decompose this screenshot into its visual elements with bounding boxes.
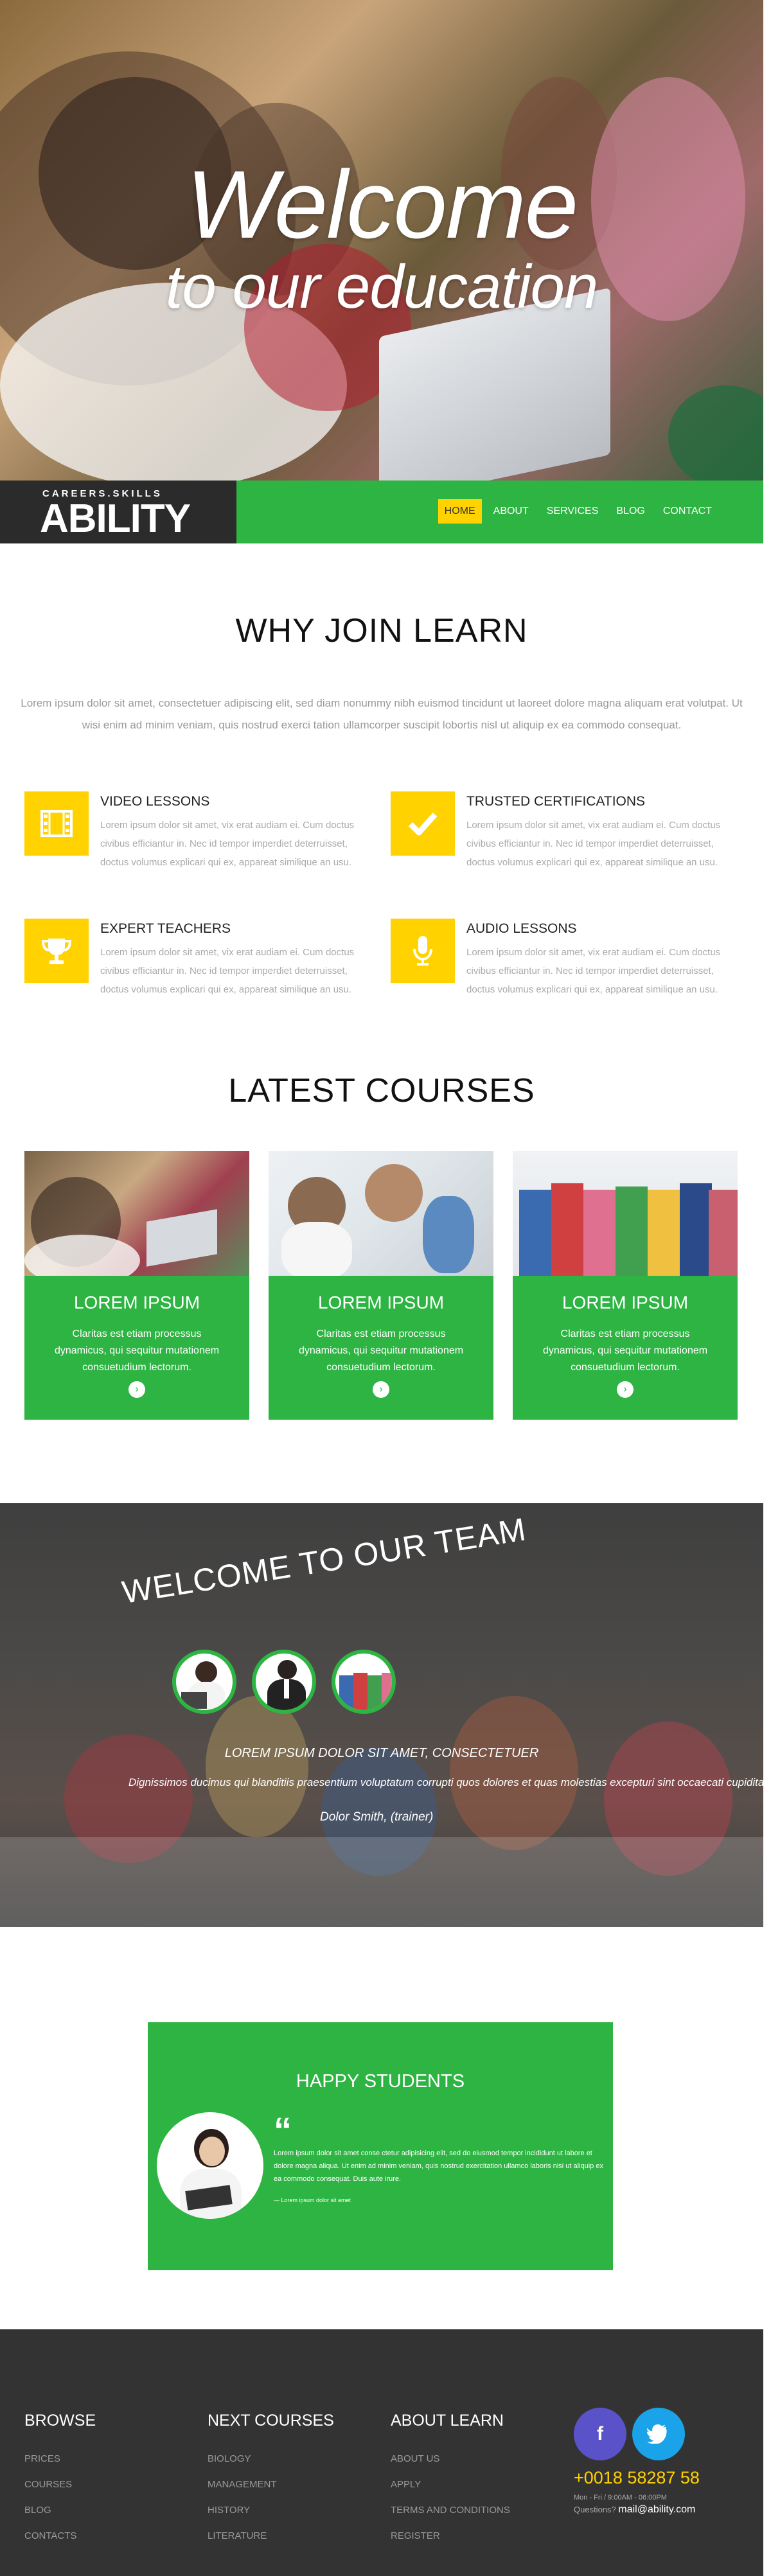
footer-email-link[interactable]: mail@ability.com [618,2504,695,2515]
team-section: WELCOME TO OUR TEAM LOREM IPSUM DOLOR SI… [0,1503,763,1927]
chevron-right-icon[interactable]: › [128,1381,145,1398]
course-card: LOREM IPSUM Claritas est etiam processus… [513,1151,738,1420]
footer-link[interactable]: REGISTER [391,2530,510,2541]
footer-link[interactable]: TERMS AND CONDITIONS [391,2505,510,2516]
feature-audio-lessons: AUDIO LESSONS Lorem ipsum dolor sit amet… [391,919,738,1021]
nav-item-services[interactable]: SERVICES [540,499,605,524]
hero-photo-shape [668,385,763,481]
feature-text: Lorem ipsum dolor sit amet, vix erat aud… [100,820,355,868]
chevron-right-icon[interactable]: › [617,1381,634,1398]
feature-text: Lorem ipsum dolor sit amet, vix erat aud… [466,947,721,995]
footer-link[interactable]: LITERATURE [208,2530,334,2541]
footer-hours: Mon - Fri / 9:00AM - 06:00PM [574,2494,667,2501]
nav-item-home[interactable]: HOME [438,499,482,524]
happy-students-card: HAPPY STUDENTS “ Lorem ipsum dolor sit a… [148,2022,613,2270]
course-text: Claritas est etiam processus dynamicus, … [298,1328,464,1373]
trophy-icon [24,919,89,983]
main-nav-bar: CAREERS.SKILLS ABILITY HOME ABOUT SERVIC… [0,481,763,543]
footer-link[interactable]: COURSES [24,2479,96,2490]
footer-link[interactable]: PRICES [24,2453,96,2464]
footer-heading: ABOUT LEARN [391,2412,504,2430]
why-join-title: WHY JOIN LEARN [235,612,528,649]
hero-title: Welcome [186,150,578,258]
chevron-right-icon[interactable]: › [373,1381,389,1398]
footer-browse: BROWSE PRICES COURSES BLOG CONTACTS [24,2412,96,2556]
course-title: LOREM IPSUM [317,1292,445,1312]
feature-title: AUDIO LESSONS [466,921,577,936]
footer-link[interactable]: HISTORY [208,2505,334,2516]
student-photo [157,2112,263,2219]
footer-heading: NEXT COURSES [208,2412,334,2430]
feature-text: Lorem ipsum dolor sit amet, vix erat aud… [466,820,721,868]
footer-link[interactable]: ABOUT US [391,2453,510,2464]
footer-link[interactable]: BLOG [24,2505,96,2516]
course-image [269,1151,493,1276]
feature-text: Lorem ipsum dolor sit amet, vix erat aud… [100,947,355,995]
team-background-shape [0,1837,763,1927]
course-title: LOREM IPSUM [73,1292,200,1312]
feature-trusted-certifications: TRUSTED CERTIFICATIONS Lorem ipsum dolor… [391,791,738,894]
nav-item-blog[interactable]: BLOG [610,499,651,524]
why-join-intro: Lorem ipsum dolor sit amet, consectetuer… [21,697,743,731]
footer-questions: Questions? mail@ability.com [574,2504,695,2516]
team-title: WELCOME TO OUR TEAM [120,1511,529,1611]
twitter-icon[interactable] [632,2408,685,2460]
course-card: LOREM IPSUM Claritas est etiam processus… [24,1151,249,1420]
questions-label: Questions? [574,2505,616,2514]
team-avatar[interactable] [172,1650,236,1714]
feature-title: EXPERT TEACHERS [100,921,231,936]
team-quote-author: Dolor Smith, (trainer) [320,1810,434,1824]
team-quote: Dignissimos ducimus qui blanditiis praes… [128,1776,763,1788]
footer-link[interactable]: APPLY [391,2479,510,2490]
footer-next-courses: NEXT COURSES BIOLOGY MANAGEMENT HISTORY … [208,2412,334,2556]
course-text: Claritas est etiam processus dynamicus, … [54,1328,220,1373]
check-icon [391,791,455,856]
footer-phone: +0018 58287 58 [574,2468,700,2487]
footer: BROWSE PRICES COURSES BLOG CONTACTS NEXT… [0,2329,763,2576]
footer-link[interactable]: MANAGEMENT [208,2479,334,2490]
facebook-icon[interactable]: f [574,2408,626,2460]
team-quote-heading: LOREM IPSUM DOLOR SIT AMET, CONSECTETUER [224,1746,539,1760]
happy-students-cite: — Lorem ipsum dolor sit amet [274,2197,351,2203]
team-avatar[interactable] [252,1650,316,1714]
quote-icon: “ [274,2110,292,2150]
feature-title: TRUSTED CERTIFICATIONS [466,794,646,809]
course-text: Claritas est etiam processus dynamicus, … [542,1328,708,1373]
footer-link[interactable]: BIOLOGY [208,2453,334,2464]
nav-item-about[interactable]: ABOUT [487,499,535,524]
happy-students-title: HAPPY STUDENTS [296,2071,465,2092]
courses-title: LATEST COURSES [228,1072,535,1109]
feature-expert-teachers: EXPERT TEACHERS Lorem ipsum dolor sit am… [24,919,371,1021]
feature-title: VIDEO LESSONS [100,794,210,809]
course-image [513,1151,738,1276]
microphone-icon [391,919,455,983]
feature-video-lessons: VIDEO LESSONS Lorem ipsum dolor sit amet… [24,791,371,894]
course-title: LOREM IPSUM [562,1292,689,1312]
page: Welcome to our education CAREERS.SKILLS … [0,0,771,2576]
hero-subtitle: to our education [165,252,599,321]
footer-link[interactable]: CONTACTS [24,2530,96,2541]
happy-students-text: Lorem ipsum dolor sit amet conse ctetur … [274,2149,603,2183]
course-card: LOREM IPSUM Claritas est etiam processus… [269,1151,493,1420]
logo[interactable]: CAREERS.SKILLS ABILITY [0,481,236,543]
hero-banner: Welcome to our education [0,0,763,481]
course-image [24,1151,249,1276]
nav-menu: HOME ABOUT SERVICES BLOG CONTACT [438,499,718,524]
logo-name: ABILITY [40,497,191,541]
nav-item-contact[interactable]: CONTACT [657,499,718,524]
film-icon [24,791,89,856]
team-avatar[interactable] [332,1650,396,1714]
team-background-shape [450,1696,578,1850]
team-background-shape [206,1696,308,1837]
footer-about: ABOUT LEARN ABOUT US APPLY TERMS AND CON… [391,2412,510,2556]
footer-heading: BROWSE [24,2412,96,2430]
